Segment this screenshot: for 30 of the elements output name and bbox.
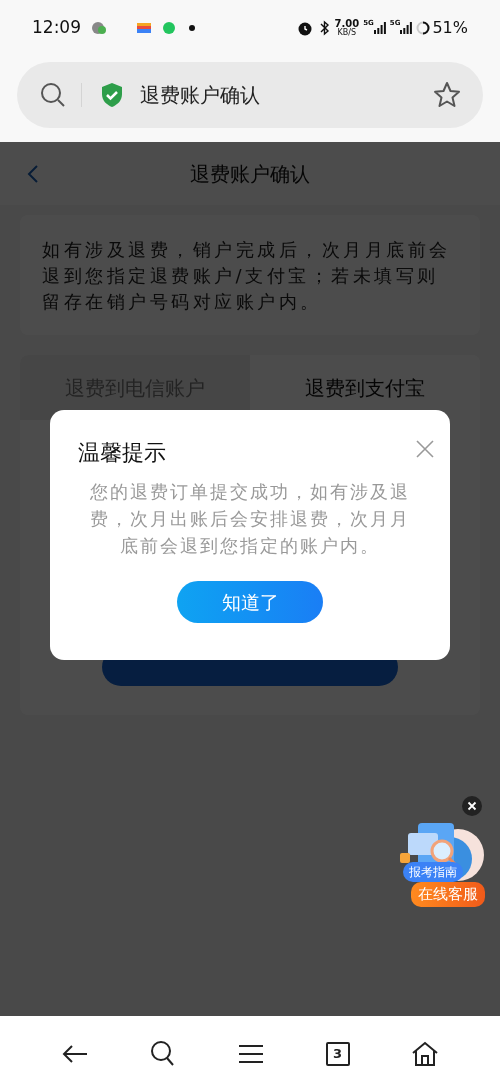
app-notification-icon: [91, 20, 107, 35]
search-icon[interactable]: [39, 81, 67, 109]
search-icon[interactable]: [150, 1039, 177, 1068]
tab-count-button[interactable]: 3: [325, 1041, 350, 1066]
battery-icon: [416, 20, 431, 35]
clock-time: 12:09: [32, 15, 81, 39]
shield-check-icon: [100, 82, 124, 108]
dot-icon: [189, 24, 195, 31]
network-speed: 7.00: [334, 18, 360, 29]
menu-icon[interactable]: [238, 1043, 264, 1064]
wallet-app-icon: [137, 22, 151, 33]
bluetooth-icon: [318, 19, 331, 36]
notice-text: 如有涉及退费，销户完成后，次月月底前会退到您指定退费账户/支付宝；若未填写则留存在销户号码对应账户内。: [42, 238, 452, 314]
signal-icon: [373, 21, 386, 34]
page-title: 退费账户确认: [140, 82, 260, 109]
home-icon[interactable]: [411, 1040, 440, 1067]
address-bar[interactable]: 退费账户确认: [17, 62, 483, 128]
network-speed-unit: KB/S: [337, 28, 357, 37]
star-icon[interactable]: [433, 81, 461, 109]
dialog-message: 您的退费订单提交成功，如有涉及退费，次月出账后会安排退费，次月月底前会退到您指定的账户内。: [89, 480, 411, 558]
chat-app-icon: [163, 21, 175, 34]
back-arrow-icon[interactable]: [60, 1042, 89, 1065]
customer-service-button[interactable]: 在线客服: [411, 882, 485, 907]
battery-level: 51%: [432, 16, 468, 39]
guide-label[interactable]: 报考指南: [403, 862, 463, 882]
close-icon[interactable]: [462, 796, 482, 816]
confirm-button[interactable]: 知道了: [177, 581, 323, 623]
signal-icon: [400, 21, 413, 34]
dialog-title: 温馨提示: [78, 439, 167, 467]
header-title: 退费账户确认: [190, 160, 310, 188]
